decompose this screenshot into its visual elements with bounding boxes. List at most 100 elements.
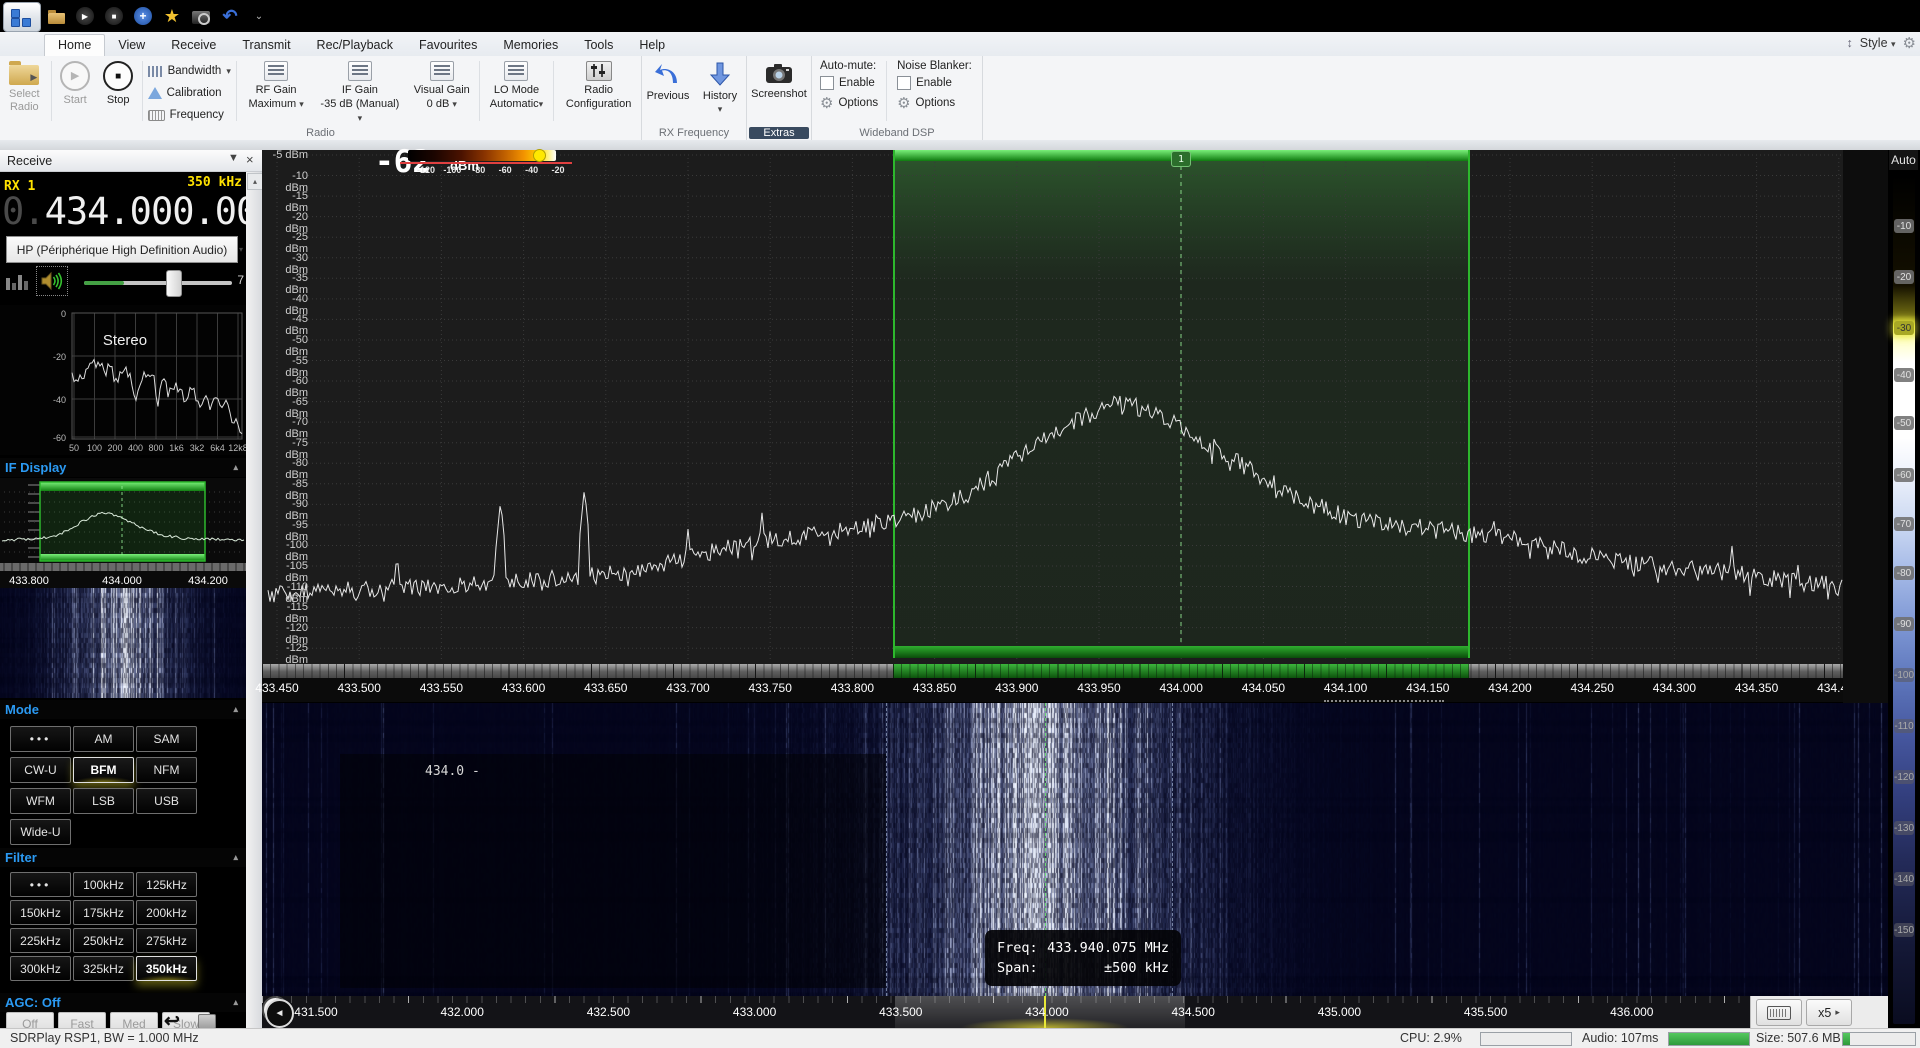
- if-display-chart[interactable]: 433.800434.000434.200: [0, 478, 246, 588]
- start-button[interactable]: ▶ Start: [54, 57, 97, 125]
- frequency-tick-label: 434.100: [1311, 681, 1381, 695]
- qat-menu-icon[interactable]: ⌄: [249, 6, 269, 26]
- collapse-ribbon-icon[interactable]: ↕: [1846, 36, 1852, 50]
- mute-button[interactable]: [36, 266, 68, 296]
- band-ruler[interactable]: 431.500432.000432.500433.000433.500434.0…: [262, 996, 1888, 1028]
- tab-transmit[interactable]: Transmit: [229, 35, 303, 56]
- zoom-x5-button[interactable]: x5▸: [1806, 999, 1852, 1026]
- app-menu-button[interactable]: [3, 2, 41, 32]
- select-radio-button[interactable]: SelectRadio: [0, 57, 49, 125]
- agc-button-med[interactable]: Med: [110, 1012, 158, 1028]
- tab-help[interactable]: Help: [626, 35, 678, 56]
- bandwidth-button[interactable]: Bandwidth ▾: [145, 62, 235, 80]
- filter-button-300khz[interactable]: 300kHz: [10, 956, 71, 981]
- filter-button-200khz[interactable]: 200kHz: [136, 900, 197, 925]
- mode-button-bfm[interactable]: BFM: [73, 757, 134, 783]
- tab-memories[interactable]: Memories: [490, 35, 571, 56]
- stop-button[interactable]: ■ Stop: [97, 57, 140, 125]
- tab-tools[interactable]: Tools: [571, 35, 626, 56]
- mode-button-lsb[interactable]: LSB: [73, 788, 134, 814]
- stop-icon[interactable]: ■: [104, 6, 124, 26]
- waterfall-palette-bar[interactable]: [1893, 175, 1915, 1024]
- tab-home[interactable]: Home: [44, 34, 105, 56]
- scroll-up-icon[interactable]: ▴: [247, 173, 263, 190]
- collapse-icon[interactable]: ▴: [233, 852, 238, 863]
- screenshot-button[interactable]: Screenshot: [748, 57, 810, 125]
- rx-marker-flag[interactable]: 1: [1171, 151, 1191, 167]
- auto-mute-options-button[interactable]: ⚙Options: [820, 94, 878, 112]
- tab-favourites[interactable]: Favourites: [406, 35, 490, 56]
- agc-header[interactable]: AGC: Off▴: [0, 993, 246, 1012]
- filter-button-350khz[interactable]: 350kHz: [136, 956, 197, 981]
- auto-range-button[interactable]: Auto: [1889, 150, 1918, 170]
- audio-device-dropdown-icon[interactable]: ▾: [236, 236, 246, 263]
- waterfall-display[interactable]: 434.0 - Freq:433.940.075 MHz Span:±500 k…: [262, 703, 1888, 996]
- passband-ruler-segment[interactable]: [893, 664, 1469, 678]
- filter-button-325khz[interactable]: 325kHz: [73, 956, 134, 981]
- tag-icon[interactable]: [198, 1014, 216, 1028]
- spectrum-ruler[interactable]: [262, 664, 1843, 678]
- add-icon[interactable]: +: [133, 6, 153, 26]
- style-menu[interactable]: Style ▾: [1860, 36, 1896, 50]
- panel-close-icon[interactable]: ×: [246, 152, 254, 167]
- lo-mode-button[interactable]: LO Mode Automatic▾: [482, 57, 552, 125]
- if-gain-button[interactable]: IF Gain -35 dB (Manual) ▾: [313, 57, 407, 125]
- noise-blanker-enable-checkbox[interactable]: Enable: [897, 74, 972, 92]
- tab-receive[interactable]: Receive: [158, 35, 229, 56]
- collapse-icon[interactable]: ▴: [233, 704, 238, 715]
- volume-slider-thumb[interactable]: [166, 270, 182, 297]
- spectrum-display[interactable]: [262, 150, 1843, 664]
- undo-icon[interactable]: ↶: [220, 6, 240, 26]
- mode-button-sam[interactable]: SAM: [136, 726, 197, 752]
- if-display-header[interactable]: IF Display▴: [0, 458, 246, 477]
- equalizer-icon[interactable]: [6, 270, 28, 290]
- filter-button-125khz[interactable]: 125kHz: [136, 872, 197, 897]
- agc-button-fast[interactable]: Fast: [58, 1012, 106, 1028]
- filter-button-250khz[interactable]: 250kHz: [73, 928, 134, 953]
- frequency-button[interactable]: Frequency: [145, 106, 235, 124]
- panel-dropdown-icon[interactable]: ▼: [228, 152, 239, 164]
- favourite-icon[interactable]: ★: [162, 6, 182, 26]
- filter-button-275khz[interactable]: 275kHz: [136, 928, 197, 953]
- filter-button-[interactable]: •••: [10, 872, 71, 897]
- noise-blanker-options-button[interactable]: ⚙Options: [897, 94, 972, 112]
- radio-configuration-button[interactable]: Radio Configuration: [556, 57, 641, 125]
- back-arrow-icon[interactable]: ↩: [164, 1010, 180, 1028]
- mode-button-cwu[interactable]: CW-U: [10, 757, 71, 783]
- rf-gain-button[interactable]: RF Gain Maximum ▾: [239, 57, 312, 125]
- screenshot-icon[interactable]: [191, 6, 211, 26]
- svg-text:0: 0: [61, 309, 66, 319]
- filter-button-175khz[interactable]: 175kHz: [73, 900, 134, 925]
- filter-button-150khz[interactable]: 150kHz: [10, 900, 71, 925]
- visual-gain-button[interactable]: Visual Gain 0 dB ▾: [407, 57, 477, 125]
- frequency-display[interactable]: 0.434.000.000: [2, 190, 244, 232]
- start-icon[interactable]: ▶: [75, 6, 95, 26]
- scroll-left-button[interactable]: ◄: [265, 999, 294, 1028]
- settings-gear-icon[interactable]: ⚙: [1903, 34, 1916, 52]
- previous-button[interactable]: Previous: [645, 57, 691, 125]
- tab-rec-playback[interactable]: Rec/Playback: [304, 35, 406, 56]
- palette-marker[interactable]: [533, 149, 546, 162]
- mode-header[interactable]: Mode▴: [0, 700, 246, 719]
- filter-header[interactable]: Filter▴: [0, 848, 246, 867]
- mode-button-[interactable]: •••: [10, 726, 71, 752]
- history-button[interactable]: History▾: [697, 57, 743, 125]
- if-waterfall[interactable]: [0, 588, 246, 698]
- audio-device-select[interactable]: HP (Périphérique High Definition Audio): [6, 236, 238, 263]
- auto-mute-enable-checkbox[interactable]: Enable: [820, 74, 878, 92]
- mode-button-wfm[interactable]: WFM: [10, 788, 71, 814]
- calibration-button[interactable]: Calibration: [145, 84, 235, 102]
- collapse-icon[interactable]: ▴: [233, 997, 238, 1008]
- tab-view[interactable]: View: [105, 35, 158, 56]
- panel-scrollbar[interactable]: [246, 172, 262, 1028]
- mode-button-nfm[interactable]: NFM: [136, 757, 197, 783]
- open-folder-icon[interactable]: [46, 6, 66, 26]
- keyboard-entry-button[interactable]: [1756, 999, 1802, 1026]
- filter-button-225khz[interactable]: 225kHz: [10, 928, 71, 953]
- filter-button-100khz[interactable]: 100kHz: [73, 872, 134, 897]
- mode-button-am[interactable]: AM: [73, 726, 134, 752]
- mode-button-usb[interactable]: USB: [136, 788, 197, 814]
- collapse-icon[interactable]: ▴: [233, 462, 238, 473]
- mode-button-wideu[interactable]: Wide-U: [10, 819, 71, 845]
- agc-button-off[interactable]: Off: [6, 1012, 54, 1028]
